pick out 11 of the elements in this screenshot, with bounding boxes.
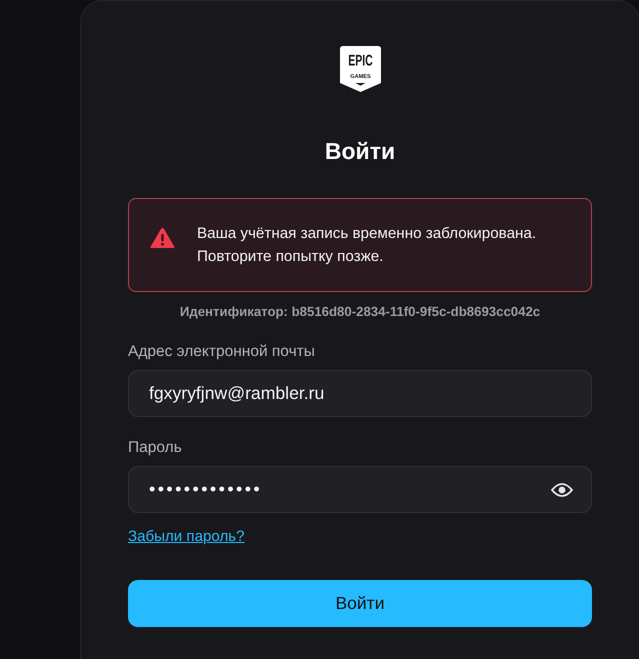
password-label: Пароль [128, 438, 182, 458]
warning-icon [150, 227, 175, 249]
forgot-password-link[interactable]: Забыли пароль? [128, 527, 245, 547]
alert-message: Ваша учётная запись временно заблокирована. Повторите попытку позже. [197, 224, 538, 267]
email-field[interactable]: fgxyryfjnw@rambler.ru [128, 370, 592, 417]
password-field[interactable]: ••••••••••••• [128, 466, 592, 513]
email-label: Адрес электронной почты [128, 342, 315, 362]
page-title: Войти [324, 137, 396, 165]
eye-icon[interactable] [551, 482, 573, 498]
identifier-text: Идентификатор: b8516d80-2834-11f0-9f5c-db8693cc042c [180, 304, 540, 320]
login-button[interactable]: Войти [128, 580, 592, 627]
